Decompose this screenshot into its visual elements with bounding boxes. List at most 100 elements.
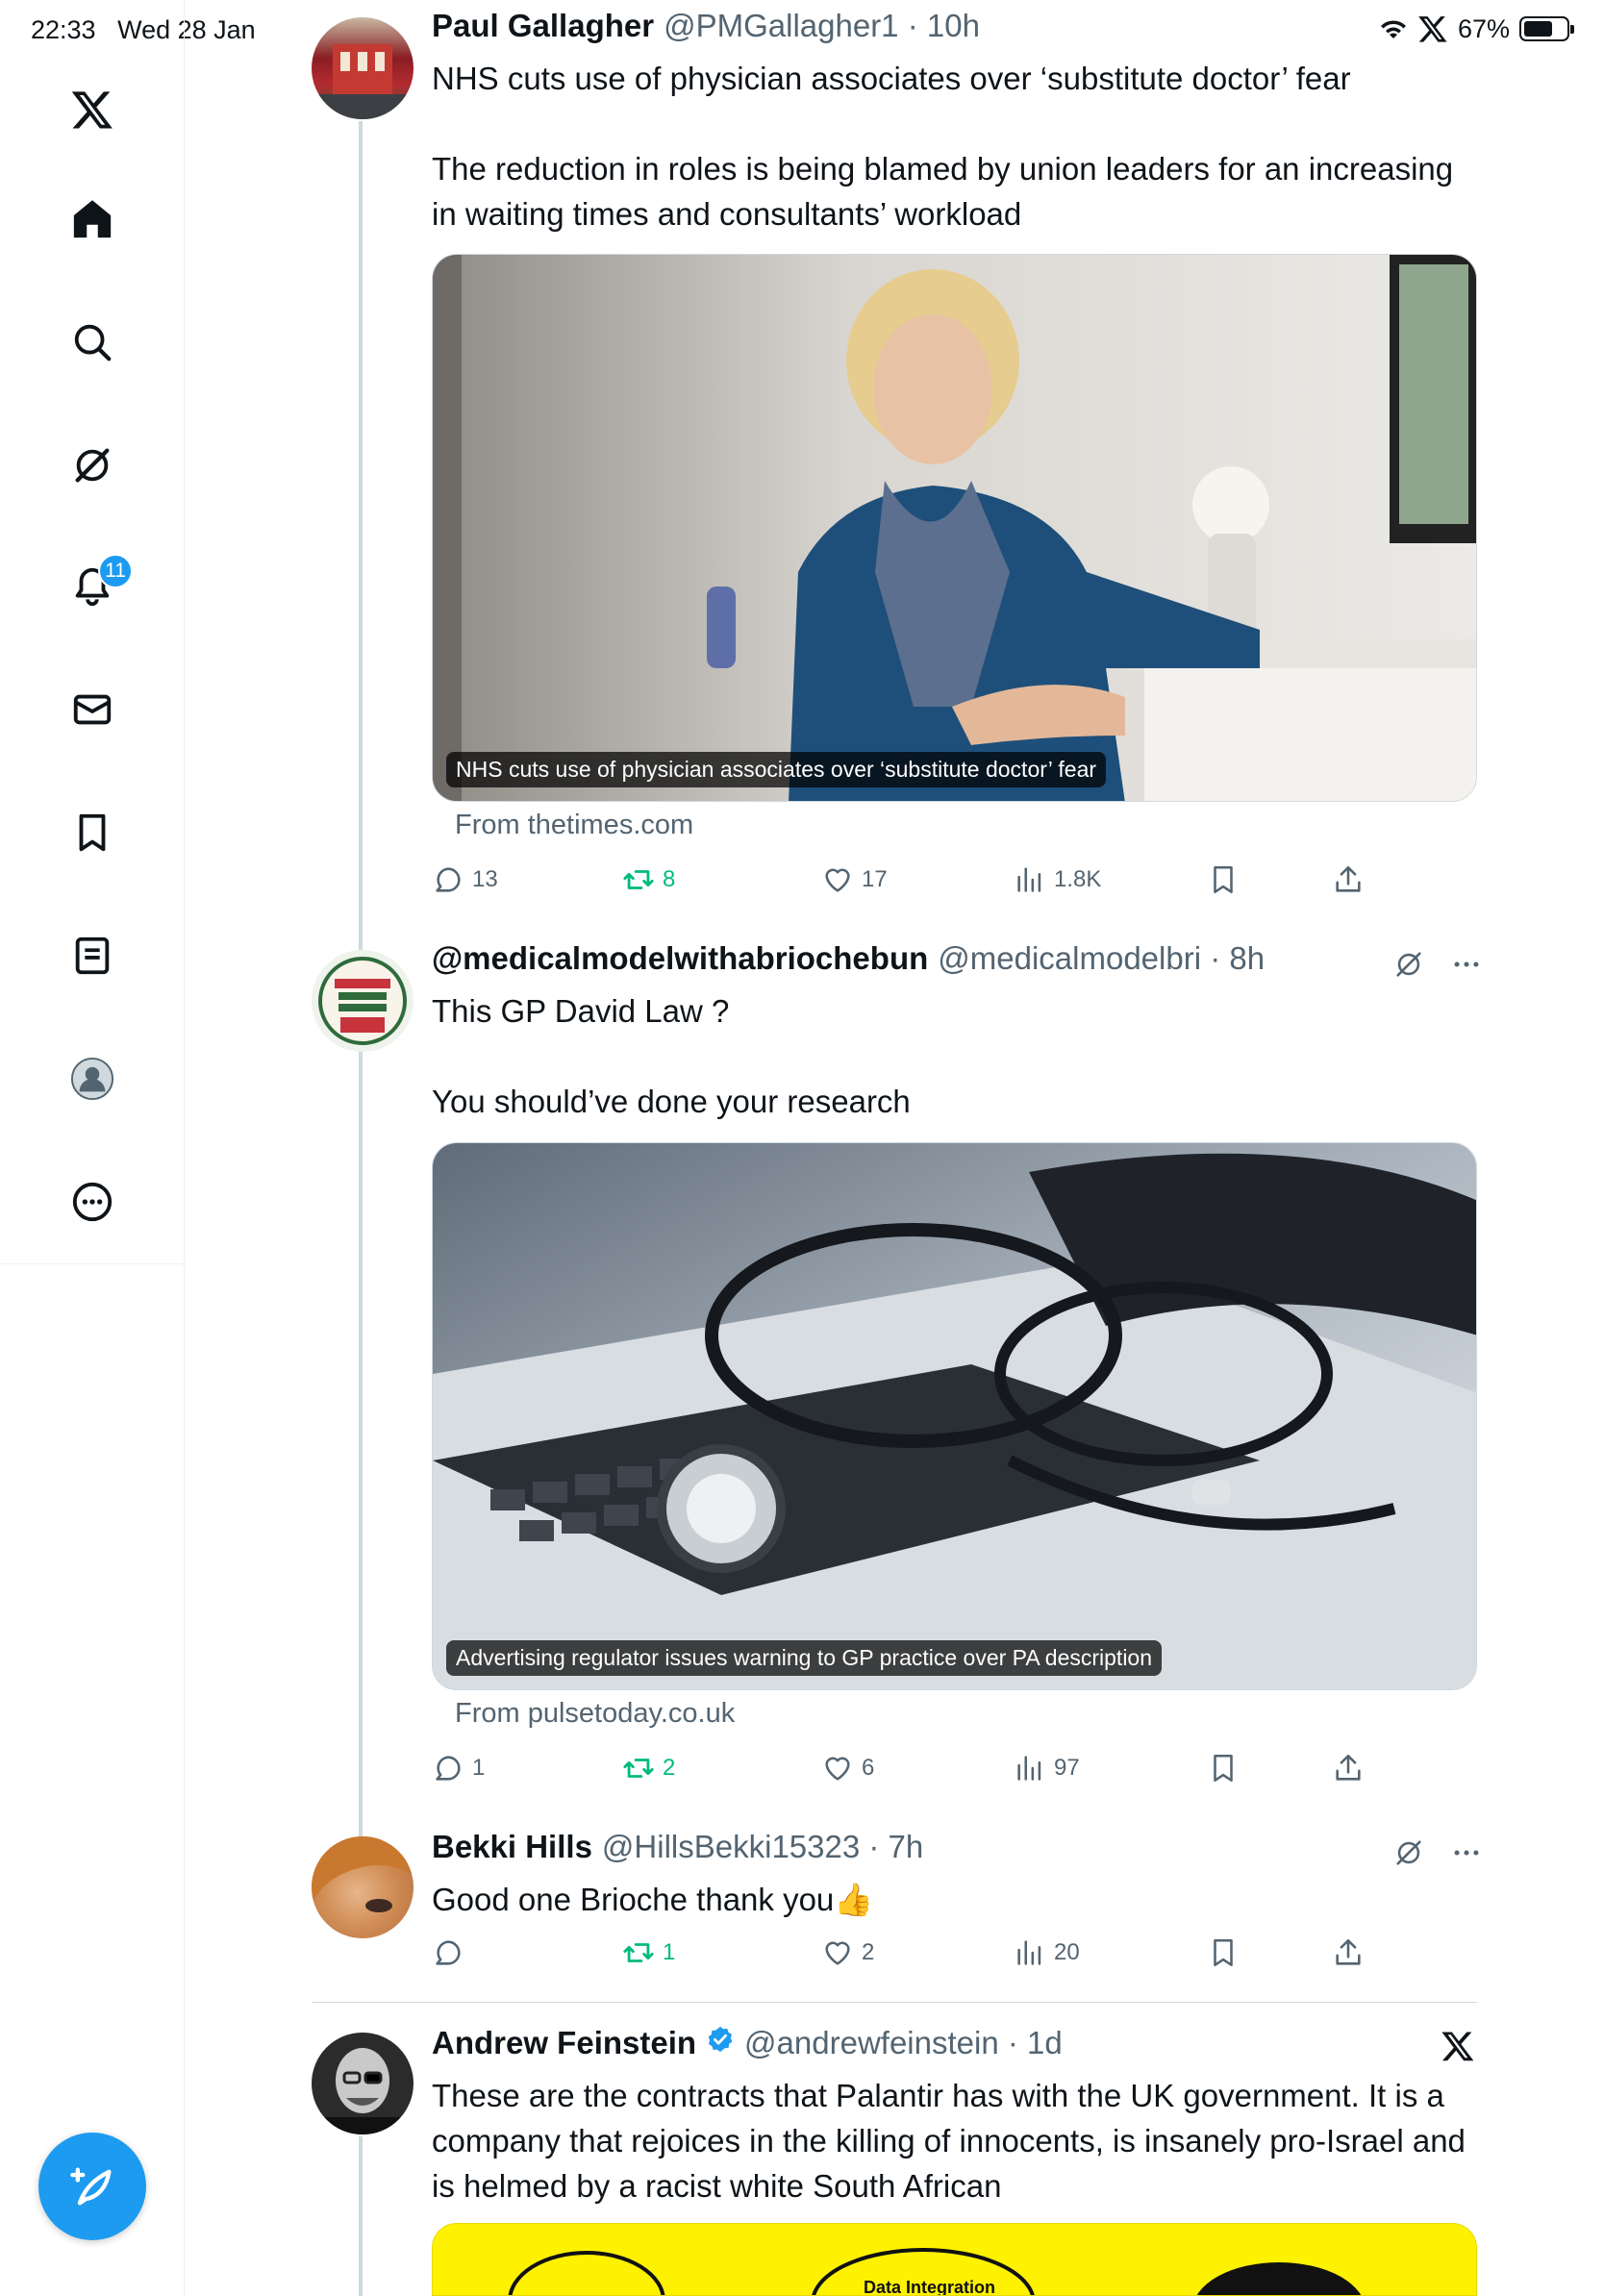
views-chart-icon	[1017, 867, 1041, 892]
profile-icon[interactable]	[63, 1050, 121, 1108]
author-name[interactable]: Andrew Feinstein	[432, 2025, 696, 2061]
card-source[interactable]: From thetimes.com	[455, 810, 693, 841]
card-image	[433, 1143, 1476, 1689]
bookmark-button[interactable]	[1207, 863, 1240, 896]
share-button[interactable]	[1332, 1936, 1365, 1969]
reply-icon	[436, 1756, 461, 1781]
home-icon[interactable]	[63, 190, 121, 248]
share-button[interactable]	[1332, 1752, 1365, 1784]
x-logo-icon	[1441, 2032, 1474, 2061]
retweet-button[interactable]: 1	[622, 1936, 675, 1969]
media-image[interactable]: Data Integration	[432, 2223, 1477, 2296]
retweet-icon	[623, 1759, 654, 1778]
tweet-actions: 1 2 20	[432, 1936, 1393, 1975]
notifications-badge: 11	[98, 554, 133, 588]
thread-connector	[359, 2136, 363, 2296]
compose-post-button[interactable]	[38, 2133, 146, 2240]
tweet-actions: 1 2 6 97	[432, 1752, 1393, 1790]
tweet-text: The reduction in roles is being blamed b…	[432, 151, 1454, 232]
author-name[interactable]: Paul Gallagher	[432, 8, 654, 44]
card-image	[433, 255, 1476, 801]
wifi-icon	[1380, 20, 1406, 38]
share-icon	[1336, 1938, 1361, 1965]
like-button[interactable]: 2	[821, 1936, 874, 1969]
link-card[interactable]: NHS cuts use of physician associates ove…	[432, 254, 1477, 802]
retweet-icon	[623, 1943, 654, 1962]
battery-percent: 67%	[1457, 13, 1510, 43]
retweet-button[interactable]: 2	[622, 1752, 675, 1784]
author-handle[interactable]: @andrewfeinstein · 1d	[744, 2025, 1063, 2061]
notifications-bell-icon[interactable]: 11	[63, 554, 133, 615]
reply-button[interactable]: 1	[432, 1752, 485, 1784]
reply-button[interactable]: 13	[432, 863, 498, 896]
x-logo-status-icon	[1418, 16, 1447, 42]
tweet-actions: 13 8 17 1.8K	[432, 863, 1393, 902]
reply-count: 13	[472, 866, 498, 892]
card-caption: Advertising regulator issues warning to …	[446, 1640, 1163, 1676]
retweet-button[interactable]: 8	[622, 863, 675, 896]
tweet-top-actions	[1392, 1836, 1483, 1869]
avatar[interactable]	[312, 950, 414, 1052]
x-logo-icon[interactable]	[63, 81, 121, 138]
bookmark-button[interactable]	[1207, 1936, 1240, 1969]
bookmark-icon	[1214, 1754, 1233, 1783]
like-button[interactable]: 6	[821, 1752, 874, 1784]
messages-envelope-icon[interactable]	[63, 681, 121, 738]
share-icon	[1336, 1754, 1361, 1781]
more-options-icon[interactable]	[63, 1173, 121, 1231]
compose-feather-icon	[70, 2167, 112, 2206]
nav-divider	[0, 1263, 185, 1264]
views-button[interactable]: 97	[1014, 1752, 1080, 1784]
more-icon[interactable]	[1450, 1836, 1483, 1869]
author-name[interactable]: Bekki Hills	[432, 1829, 592, 1865]
views-button[interactable]: 20	[1014, 1936, 1080, 1969]
lists-icon[interactable]	[63, 927, 121, 985]
link-card[interactable]: Advertising regulator issues warning to …	[432, 1142, 1477, 1690]
views-chart-icon	[1017, 1940, 1041, 1965]
handle-text[interactable]: @medicalmodelbri	[938, 940, 1201, 976]
card-source[interactable]: From pulsetoday.co.uk	[455, 1698, 735, 1730]
retweet-count: 2	[663, 1755, 676, 1781]
share-icon	[1336, 865, 1361, 892]
tweet-time[interactable]: 8h	[1229, 940, 1265, 976]
avatar[interactable]	[312, 2033, 414, 2134]
grok-icon[interactable]	[63, 437, 121, 494]
tweet-time[interactable]: 7h	[889, 1829, 924, 1864]
tweet-text: Good one Brioche thank you👍	[432, 1882, 874, 1917]
bookmarks-icon[interactable]	[63, 804, 121, 861]
views-button[interactable]: 1.8K	[1014, 863, 1101, 896]
grok-icon[interactable]	[1392, 1836, 1425, 1869]
heart-icon	[825, 1757, 850, 1781]
like-button[interactable]: 17	[821, 863, 888, 896]
handle-text[interactable]: @PMGallagher1	[664, 8, 898, 43]
more-icon[interactable]	[1450, 948, 1483, 981]
author-name[interactable]: @medicalmodelwithabriochebun	[432, 940, 928, 977]
tweet-top-actions	[1392, 948, 1483, 981]
heart-icon	[825, 1941, 850, 1965]
bookmark-icon	[1214, 1938, 1233, 1967]
reply-button[interactable]	[432, 1936, 472, 1969]
avatar[interactable]	[312, 1836, 414, 1938]
author-handle[interactable]: @medicalmodelbri · 8h	[938, 940, 1265, 977]
tweet-time[interactable]: 1d	[1027, 2025, 1063, 2060]
search-icon[interactable]	[63, 313, 121, 371]
verified-badge-icon	[708, 2026, 733, 2053]
media-label: Data Integration	[864, 2278, 995, 2296]
like-count: 17	[862, 866, 888, 892]
avatar[interactable]	[312, 17, 414, 119]
reply-icon	[436, 867, 461, 892]
share-button[interactable]	[1332, 863, 1365, 896]
handle-text[interactable]: @HillsBekki15323	[602, 1829, 860, 1864]
tweet-text: NHS cuts use of physician associates ove…	[432, 61, 1351, 96]
tweet-time[interactable]: 10h	[927, 8, 980, 43]
retweet-count: 1	[663, 1939, 676, 1965]
bookmark-button[interactable]	[1207, 1752, 1240, 1784]
handle-text[interactable]: @andrewfeinstein	[744, 2025, 999, 2060]
retweet-count: 8	[663, 866, 676, 892]
author-handle[interactable]: @HillsBekki15323 · 7h	[602, 1829, 923, 1865]
tweet-header: @medicalmodelwithabriochebun @medicalmod…	[432, 940, 1265, 977]
grok-icon[interactable]	[1392, 948, 1425, 981]
status-indicators: 67%	[1379, 13, 1574, 44]
author-handle[interactable]: @PMGallagher1 · 10h	[664, 8, 980, 44]
reply-count: 1	[472, 1755, 486, 1781]
